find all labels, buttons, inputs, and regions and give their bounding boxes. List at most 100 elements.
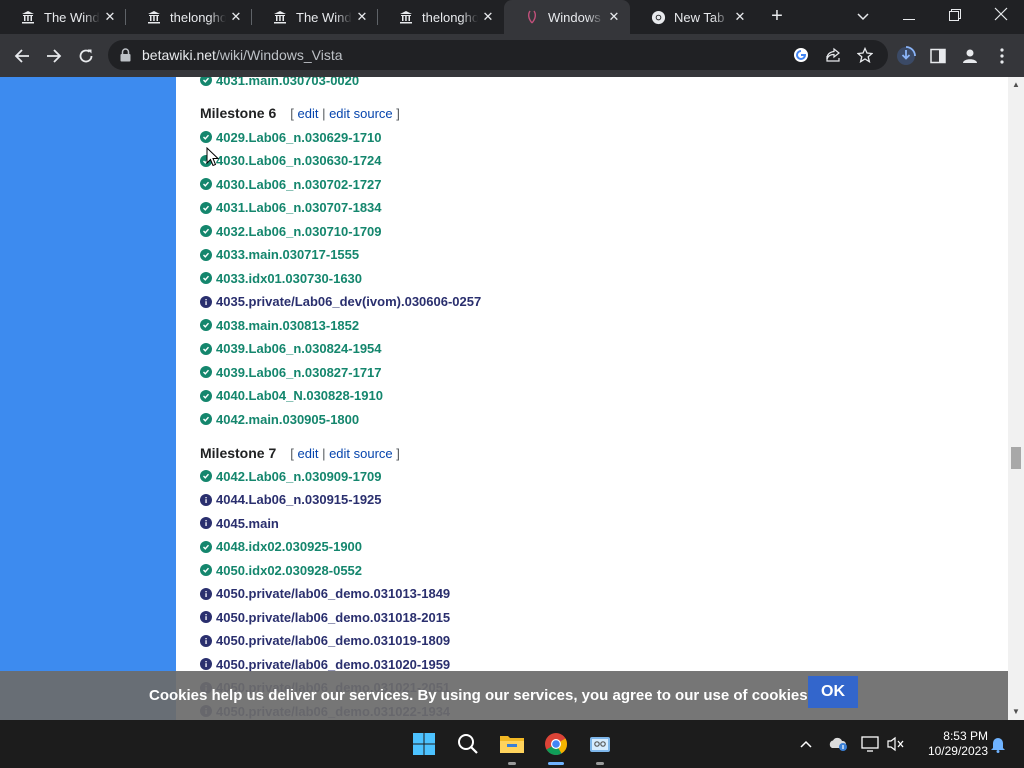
- lock-icon[interactable]: [120, 48, 131, 67]
- build-link[interactable]: 4044.Lab06_n.030915-1925: [200, 490, 382, 510]
- volume-muted-icon[interactable]: [886, 734, 906, 754]
- bookmark-star-icon[interactable]: [856, 46, 874, 64]
- tab-1-label: The Windows Club: [44, 9, 100, 25]
- build-link[interactable]: 4050.private/lab06_demo.031013-1849: [200, 584, 450, 604]
- restore-icon: [949, 9, 961, 21]
- check-circle-icon: [200, 470, 212, 482]
- info-circle-icon: [200, 517, 212, 529]
- pillar-icon: [146, 9, 162, 25]
- cookie-banner: Cookies help us deliver our services. By…: [0, 671, 1008, 720]
- check-circle-icon: [200, 225, 212, 237]
- tab-1[interactable]: The Windows Club ✕: [0, 0, 126, 34]
- display-tray-icon[interactable]: [860, 734, 880, 754]
- heading-title: Milestone 7: [200, 445, 277, 461]
- chrome-taskbar-button[interactable]: [540, 728, 572, 765]
- page-scrollbar[interactable]: ▲ ▼: [1008, 77, 1024, 720]
- check-circle-icon: [200, 319, 212, 331]
- active-indicator: [548, 762, 564, 765]
- taskbar-clock[interactable]: 8:53 PM 10/29/2023: [912, 729, 988, 759]
- build-name: 4045.main: [216, 515, 279, 531]
- tab-search-button[interactable]: [840, 0, 886, 34]
- scroll-up-arrow-icon[interactable]: ▲: [1012, 80, 1020, 89]
- close-icon[interactable]: ✕: [226, 9, 246, 25]
- folder-icon: [500, 736, 524, 753]
- build-link[interactable]: 4040.Lab04_N.030828-1910: [200, 386, 383, 406]
- edit-source-link[interactable]: edit source: [329, 446, 393, 461]
- taskbar-search-button[interactable]: [452, 728, 484, 760]
- minimize-button[interactable]: [886, 0, 932, 34]
- build-link[interactable]: 4050.idx02.030928-0552: [200, 560, 362, 580]
- start-button[interactable]: [408, 728, 440, 760]
- menu-kebab-icon[interactable]: [992, 46, 1012, 66]
- side-panel-icon[interactable]: [928, 46, 948, 66]
- close-icon[interactable]: ✕: [730, 9, 750, 25]
- google-lens-icon[interactable]: [792, 46, 810, 64]
- onedrive-tray-icon[interactable]: [828, 734, 848, 754]
- snipping-tool-icon: [590, 737, 610, 752]
- build-name: 4042.main.030905-1800: [216, 411, 360, 427]
- tab-5-label: Windows Vista: [548, 9, 604, 25]
- close-icon[interactable]: ✕: [604, 9, 624, 25]
- build-link[interactable]: 4030.Lab06_n.030702-1727: [200, 174, 382, 194]
- back-button[interactable]: [8, 42, 36, 70]
- build-link[interactable]: 4033.idx01.030730-1630: [200, 268, 362, 288]
- close-icon[interactable]: ✕: [100, 9, 120, 25]
- build-link[interactable]: 4032.Lab06_n.030710-1709: [200, 221, 382, 241]
- build-link[interactable]: 4050.private/lab06_demo.031019-1809: [200, 631, 450, 651]
- sidebar-background: [0, 77, 176, 720]
- address-bar[interactable]: betawiki.net/wiki/Windows_Vista: [108, 40, 888, 70]
- url-host: betawiki.net: [142, 47, 216, 63]
- tab-5-active[interactable]: Windows Vista ✕: [504, 0, 630, 34]
- tab-2[interactable]: thelonghornblog ✕: [126, 0, 252, 34]
- build-name: 4050.private/lab06_demo.031013-1849: [216, 586, 451, 601]
- snipping-tool-button[interactable]: [584, 728, 616, 765]
- close-icon[interactable]: ✕: [478, 9, 498, 25]
- build-link[interactable]: 4031.Lab06_n.030707-1834: [200, 198, 382, 218]
- notification-bell-icon[interactable]: [988, 734, 1008, 754]
- build-link[interactable]: 4042.main.030905-1800: [200, 409, 359, 429]
- download-icon[interactable]: [896, 46, 916, 66]
- milestone-6-heading: Milestone 6 [ edit | edit source ]: [200, 103, 400, 123]
- reload-button[interactable]: [72, 42, 100, 70]
- build-name: 4050.private/lab06_demo.031019-1809: [216, 633, 451, 648]
- build-link[interactable]: 4038.main.030813-1852: [200, 315, 359, 335]
- edit-link[interactable]: edit: [297, 446, 318, 461]
- build-link[interactable]: 4030.Lab06_n.030630-1724: [200, 151, 382, 171]
- url-text[interactable]: betawiki.net/wiki/Windows_Vista: [142, 47, 343, 63]
- build-link-prev[interactable]: 4031.main.030703-0020: [200, 77, 359, 90]
- close-window-button[interactable]: [978, 0, 1024, 34]
- build-link[interactable]: 4045.main: [200, 513, 279, 533]
- tab-6[interactable]: New Tab ✕: [630, 0, 756, 34]
- check-circle-icon: [200, 272, 212, 284]
- build-link[interactable]: 4042.Lab06_n.030909-1709: [200, 466, 382, 486]
- build-link[interactable]: 4039.Lab06_n.030827-1717: [200, 362, 382, 382]
- file-explorer-button[interactable]: [496, 728, 528, 765]
- profile-icon[interactable]: [960, 46, 980, 66]
- forward-button[interactable]: [40, 42, 68, 70]
- build-link[interactable]: 4035.private/Lab06_dev(ivom).030606-0257: [200, 292, 481, 312]
- chevron-down-icon: [857, 13, 869, 21]
- edit-link[interactable]: edit: [297, 106, 318, 121]
- tab-4[interactable]: thelonghornblog ✕: [378, 0, 504, 34]
- restore-button[interactable]: [932, 0, 978, 34]
- edit-source-link[interactable]: edit source: [329, 106, 393, 121]
- close-icon: [994, 7, 1008, 21]
- build-name: 4038.main.030813-1852: [216, 317, 360, 333]
- info-circle-icon: [200, 611, 212, 623]
- scrollbar-thumb[interactable]: [1011, 447, 1021, 469]
- build-link[interactable]: 4033.main.030717-1555: [200, 245, 359, 265]
- chevron-up-icon: [800, 740, 812, 748]
- build-name: 4035.private/Lab06_dev(ivom).030606-0257: [216, 294, 482, 309]
- build-link[interactable]: 4029.Lab06_n.030629-1710: [200, 127, 382, 147]
- tab-3-label: The Windows Club: [296, 9, 352, 25]
- build-link[interactable]: 4050.private/lab06_demo.031018-2015: [200, 607, 450, 627]
- tab-3[interactable]: The Windows Club ✕: [252, 0, 378, 34]
- show-hidden-icons-button[interactable]: [796, 734, 816, 754]
- new-tab-button[interactable]: +: [764, 5, 790, 29]
- scroll-down-arrow-icon[interactable]: ▼: [1012, 707, 1020, 716]
- build-link[interactable]: 4039.Lab06_n.030824-1954: [200, 339, 382, 359]
- build-link[interactable]: 4048.idx02.030925-1900: [200, 537, 362, 557]
- cookie-ok-button[interactable]: OK: [808, 676, 858, 708]
- share-icon[interactable]: [824, 46, 842, 64]
- close-icon[interactable]: ✕: [352, 9, 372, 25]
